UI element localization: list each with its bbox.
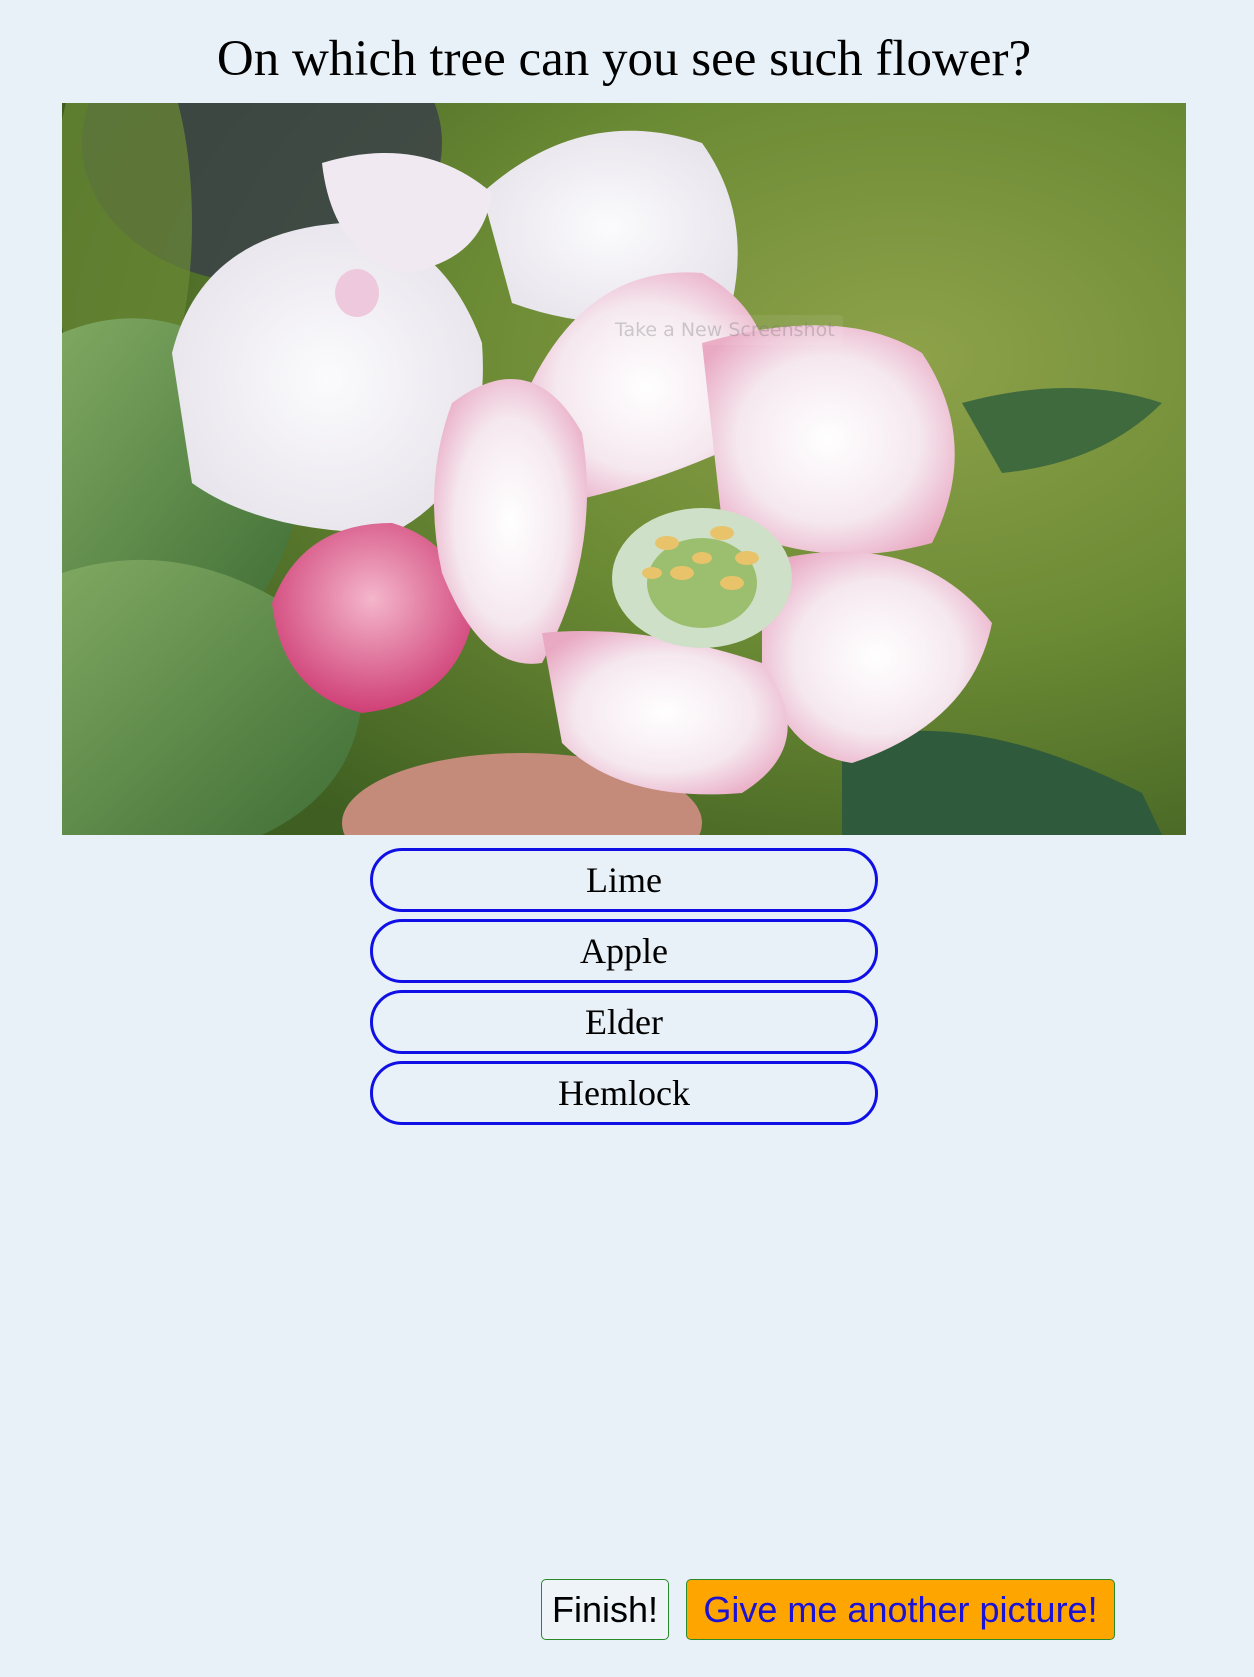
answer-button-hemlock[interactable]: Hemlock: [370, 1061, 878, 1125]
answer-button-lime[interactable]: Lime: [370, 848, 878, 912]
answer-list: Lime Apple Elder Hemlock: [370, 848, 878, 1132]
another-picture-button[interactable]: Give me another picture!: [686, 1579, 1115, 1640]
flower-photo: Take a New Screenshot: [62, 103, 1186, 835]
overlay-watermark-text: Take a New Screenshot: [607, 315, 843, 345]
finish-button[interactable]: Finish!: [541, 1579, 669, 1640]
answer-button-elder[interactable]: Elder: [370, 990, 878, 1054]
answer-button-apple[interactable]: Apple: [370, 919, 878, 983]
question-heading: On which tree can you see such flower?: [216, 31, 1032, 87]
